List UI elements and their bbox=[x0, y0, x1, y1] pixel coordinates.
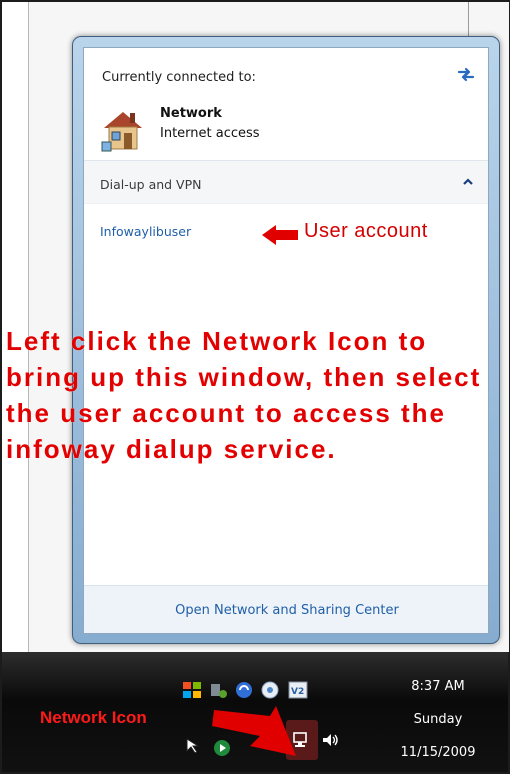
red-down-arrow-annotation bbox=[212, 706, 296, 756]
system-clock[interactable]: 8:37 AM Sunday 11/15/2009 bbox=[378, 670, 498, 769]
instruction-annotation: Left click the Network Icon to bring up … bbox=[6, 326, 482, 464]
refresh-icon[interactable] bbox=[454, 62, 478, 86]
network-name: Network bbox=[160, 106, 222, 121]
clock-day: Sunday bbox=[413, 712, 463, 727]
windows-flag-icon[interactable] bbox=[182, 680, 202, 700]
connected-to-heading: Currently connected to: bbox=[102, 70, 256, 85]
red-left-arrow-annotation bbox=[262, 225, 298, 245]
clock-time: 8:37 AM bbox=[411, 679, 465, 694]
flyout-footer: Open Network and Sharing Center bbox=[84, 585, 488, 633]
open-network-sharing-center-link[interactable]: Open Network and Sharing Center bbox=[84, 603, 488, 618]
user-account-annotation: User account bbox=[304, 220, 428, 242]
vpn-connection-infowaylibuser[interactable]: Infowaylibuser bbox=[100, 224, 191, 239]
house-network-icon bbox=[101, 112, 142, 152]
volume-icon[interactable] bbox=[320, 730, 340, 750]
chevron-up-icon[interactable] bbox=[462, 177, 474, 187]
dialup-vpn-section-header[interactable]: Dial-up and VPN bbox=[84, 160, 488, 204]
network-status: Internet access bbox=[160, 126, 260, 141]
clock-date: 11/15/2009 bbox=[400, 745, 476, 760]
pointer-tray-icon[interactable] bbox=[184, 736, 204, 756]
dialup-vpn-label: Dial-up and VPN bbox=[100, 177, 202, 192]
network-icon-annotation: Network Icon bbox=[40, 708, 147, 727]
